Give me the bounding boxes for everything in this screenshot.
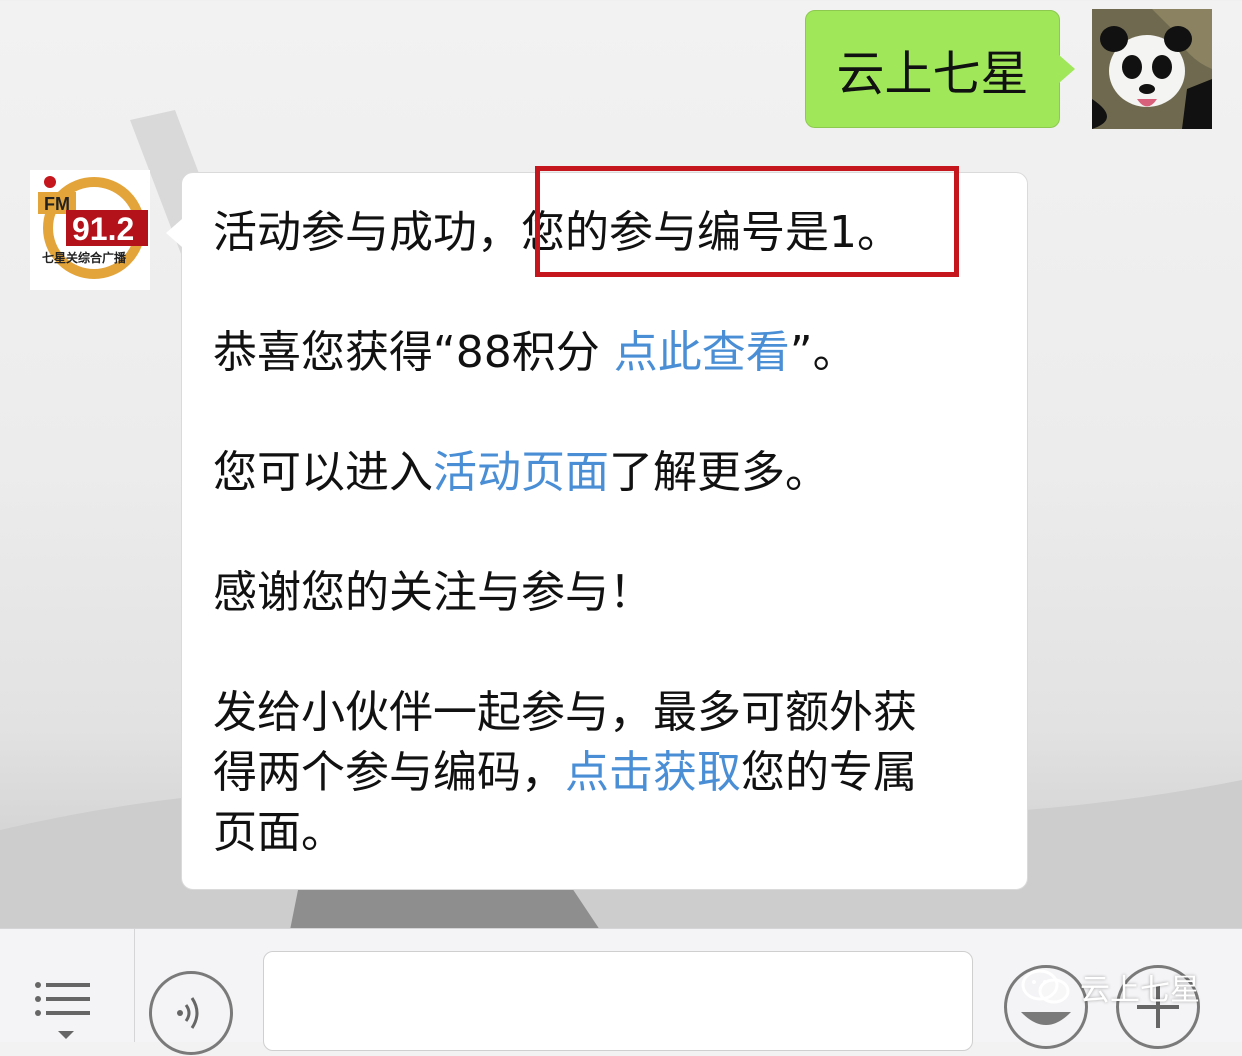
get-page-link[interactable]: 点击获取 bbox=[565, 747, 741, 798]
points-text-end: ”。 bbox=[789, 327, 857, 378]
points-text: 恭喜您获得“88积分 bbox=[213, 327, 614, 378]
menu-list-icon bbox=[35, 982, 90, 1039]
message-line-3: 您可以进入活动页面了解更多。 bbox=[213, 443, 829, 503]
message-line-6: 得两个参与编码，点击获取您的专属 bbox=[213, 743, 917, 803]
invite-text-end: 您的专属 bbox=[741, 747, 917, 798]
message-input[interactable] bbox=[263, 951, 973, 1051]
message-line-7: 页面。 bbox=[213, 807, 345, 858]
radio-station-logo: FM 91.2 七星关综合广播 bbox=[30, 170, 150, 290]
voice-button[interactable] bbox=[149, 971, 233, 1055]
activity-page-link[interactable]: 活动页面 bbox=[433, 447, 609, 498]
message-line-2: 恭喜您获得“88积分 点此查看”。 bbox=[213, 323, 857, 383]
activity-text-end: 了解更多。 bbox=[609, 447, 829, 498]
user-avatar[interactable] bbox=[1092, 9, 1212, 129]
watermark: 云上七星 bbox=[1020, 965, 1200, 1009]
highlight-box bbox=[535, 166, 959, 277]
outgoing-message-text: 云上七星 bbox=[836, 46, 1029, 102]
success-text: 活动参与成功， bbox=[213, 207, 521, 258]
invite-text: 得两个参与编码， bbox=[213, 747, 565, 798]
message-line-5: 发给小伙伴一起参与，最多可额外获 bbox=[213, 687, 917, 738]
activity-text: 您可以进入 bbox=[213, 447, 433, 498]
logo-station-text: 七星关综合广播 bbox=[42, 250, 127, 265]
sender-avatar[interactable]: FM 91.2 七星关综合广播 bbox=[30, 170, 150, 290]
incoming-message-bubble[interactable]: 活动参与成功，您的参与编号是1。 恭喜您获得“88积分 点此查看”。 您可以进入… bbox=[166, 166, 1028, 890]
watermark-text: 云上七星 bbox=[1080, 973, 1200, 1008]
view-points-link[interactable]: 点此查看 bbox=[614, 327, 790, 378]
message-line-4: 感谢您的关注与参与！ bbox=[213, 567, 653, 618]
menu-button[interactable] bbox=[0, 929, 135, 1042]
wechat-icon bbox=[1021, 969, 1070, 1004]
panda-avatar-icon bbox=[1092, 9, 1212, 129]
voice-icon bbox=[177, 997, 199, 1029]
logo-frequency-text: 91.2 bbox=[72, 211, 134, 247]
outgoing-message-bubble[interactable]: 云上七星 bbox=[805, 10, 1075, 128]
